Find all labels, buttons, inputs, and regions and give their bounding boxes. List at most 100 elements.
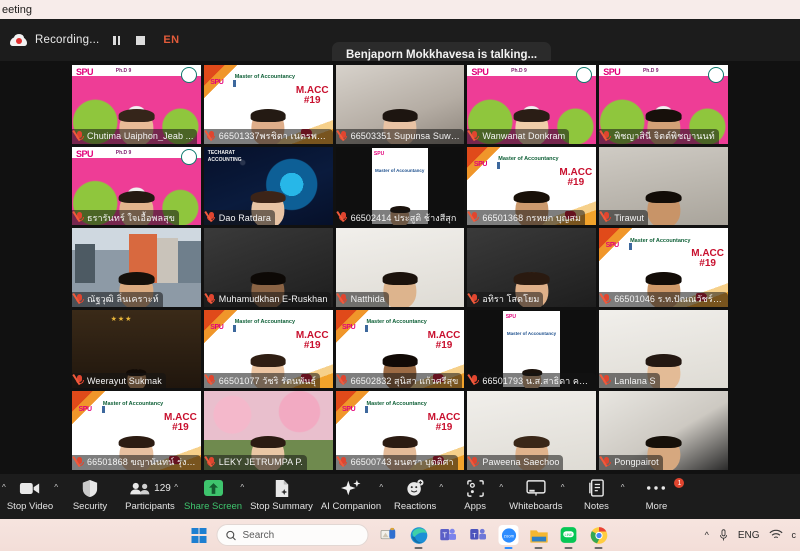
- recording-label: Recording...: [35, 34, 100, 46]
- recording-controls[interactable]: Recording... EN: [0, 34, 180, 46]
- participant-tile[interactable]: SPU Master of Accountancy M.ACC #19 66500743…: [335, 391, 465, 470]
- toolbar-notes-button[interactable]: Notes ^: [566, 478, 626, 512]
- participant-name-bar: 66501077 วัชริ รัตนพันธุ์: [203, 373, 321, 389]
- participant-name-bar: Dao Ratdara: [203, 210, 275, 226]
- participant-tile[interactable]: Muhamudkhan E-Ruskhan: [203, 228, 333, 307]
- zoom-icon[interactable]: zoom: [498, 525, 519, 549]
- toolbar-apps-button[interactable]: Apps ^: [445, 478, 505, 512]
- participant-tile[interactable]: ณัฐวุฒิ ลิ่นเคราะห์: [72, 228, 201, 307]
- widgets-icon[interactable]: [379, 525, 399, 545]
- microphone-muted-icon: [599, 292, 611, 305]
- reactions-caret-icon[interactable]: ^: [439, 483, 443, 492]
- line-icon[interactable]: LINE: [559, 525, 579, 549]
- participant-tile[interactable]: SPU Master of Accountancy M.ACC #19 66501368…: [467, 146, 597, 226]
- whiteboards-caret-icon[interactable]: ^: [561, 483, 565, 492]
- toolbar-reactions-button[interactable]: Reactions ^: [385, 478, 445, 512]
- participant-name-bar: LEKY JETRUMPA P.: [203, 454, 307, 470]
- microphone-muted-icon: [468, 292, 479, 305]
- ellipsis-icon: [646, 478, 666, 498]
- participant-name: 66501046 ร.ท.ปัณณวัชร์ ไช...: [614, 294, 724, 305]
- taskbar-search[interactable]: Search: [216, 524, 369, 546]
- svg-text:zoom: zoom: [503, 533, 514, 538]
- participant-name: Weerayut Sukmak: [87, 375, 162, 386]
- participant-name: Wanwanat Donkram: [482, 131, 566, 142]
- edge-icon[interactable]: [409, 525, 429, 549]
- teams-classic-icon[interactable]: T: [469, 525, 489, 545]
- participant-tile[interactable]: SPU Master of Accountancy 66501793 น.ส.สาธ…: [467, 309, 597, 389]
- microphone-muted-icon: [336, 129, 348, 142]
- participant-tile[interactable]: TECHARAT ACCOUNTING Dao Ratdara: [203, 146, 333, 226]
- microphone-icon[interactable]: [718, 528, 729, 542]
- participant-tile[interactable]: SPU Ph.D 9 Wanwanat Donkram: [467, 65, 597, 144]
- participant-tile[interactable]: SPU Master of Accountancy M.ACC #19 66502832…: [335, 309, 465, 389]
- participant-tile[interactable]: อทิรา โสดโยม: [467, 228, 597, 307]
- share-screen-caret-icon[interactable]: ^: [240, 483, 244, 492]
- participant-name-bar: ธรารันทร์ ใจเอื้อพลสุข: [72, 210, 179, 226]
- svg-text:T: T: [472, 532, 476, 539]
- toolbar-more-button[interactable]: More 1: [626, 478, 686, 512]
- file-explorer-icon[interactable]: [529, 525, 549, 549]
- participant-name: ณัฐวุฒิ ลิ่นเคราะห์: [87, 294, 159, 305]
- toolbar-stop-video-button[interactable]: ^ Stop Video ^: [0, 478, 60, 512]
- participant-tile[interactable]: SPU Master of Accountancy M.ACC #19 66501077…: [203, 309, 333, 389]
- participant-tile[interactable]: Lanlana S: [599, 309, 728, 389]
- participant-name-bar: 66501793 น.ส.สาธิดา คนสูง: [467, 373, 597, 389]
- stop-video-left-caret-icon[interactable]: ^: [2, 483, 6, 492]
- microphone-muted-icon: [336, 211, 348, 223]
- microphone-muted-icon: [72, 211, 84, 223]
- wifi-icon[interactable]: [768, 529, 783, 541]
- chrome-icon[interactable]: [589, 525, 609, 549]
- participant-name-bar: Pongpairot: [599, 454, 663, 470]
- toolbar-stop-video-label: Stop Video: [6, 501, 54, 512]
- toolbar-stop-summary-button[interactable]: Stop Summary: [246, 478, 317, 512]
- participants-caret-icon[interactable]: ^: [174, 483, 178, 492]
- language-indicator[interactable]: ENG: [738, 530, 760, 541]
- search-icon: [226, 530, 236, 540]
- participant-tile[interactable]: SPU Ph.D 9 ธรารันทร์ ใจเอื้อพลสุข: [72, 146, 201, 226]
- ai-companion-caret-icon[interactable]: ^: [379, 483, 383, 492]
- participant-tile[interactable]: Natthida: [335, 228, 465, 307]
- participant-tile[interactable]: Pongpairot: [599, 391, 728, 470]
- toolbar-security-button[interactable]: Security: [60, 478, 120, 512]
- participant-tile[interactable]: SPU Ph.D 9 พิชญาสินี จิตต์พิชญานนท์: [599, 65, 728, 144]
- toolbar-notes-label: Notes: [584, 501, 609, 512]
- microphone-muted-icon: [72, 374, 84, 386]
- notes-caret-icon[interactable]: ^: [621, 483, 625, 492]
- pause-recording-icon[interactable]: [113, 35, 121, 45]
- participant-tile[interactable]: LEKY JETRUMPA P.: [203, 391, 333, 470]
- participant-name: ธรารันทร์ ใจเอื้อพลสุข: [87, 212, 175, 223]
- teams-icon[interactable]: T: [439, 525, 459, 545]
- hair: [250, 109, 286, 122]
- toolbar-ai-companion-button[interactable]: AI Companion ^: [317, 478, 385, 512]
- tray-overflow-icon[interactable]: ^: [705, 530, 709, 540]
- participant-tile[interactable]: 66503351 Supunsa Suwa...: [335, 65, 465, 144]
- participant-tile[interactable]: SPU Master of Accountancy 66502414 ประสูติ…: [335, 146, 465, 226]
- participant-gallery: SPU Ph.D 9 Chutima Uaiphon_Jeab ... SPU Mast…: [0, 61, 800, 474]
- participant-tile[interactable]: SPU Master of Accountancy M.ACC #19 66501337…: [203, 65, 333, 144]
- participant-name-bar: Natthida: [335, 291, 389, 307]
- participant-tile[interactable]: SPU Master of Accountancy M.ACC #19 66501868…: [72, 391, 201, 470]
- participant-tile[interactable]: ★★★ Weerayut Sukmak: [72, 309, 201, 389]
- participant-name-bar: Wanwanat Donkram: [467, 128, 570, 144]
- apps-caret-icon[interactable]: ^: [499, 483, 503, 492]
- participant-name-bar: 66503351 Supunsa Suwa...: [335, 128, 465, 144]
- toolbar-participants-button[interactable]: 129 Participants ^: [120, 478, 180, 512]
- start-button[interactable]: [191, 527, 207, 543]
- participant-tile[interactable]: Tirawut: [599, 146, 728, 226]
- participant-tile[interactable]: SPU Ph.D 9 Chutima Uaiphon_Jeab ...: [72, 65, 201, 144]
- language-badge[interactable]: EN: [163, 34, 179, 46]
- svg-text:LINE: LINE: [565, 533, 573, 537]
- toolbar-participants-label: Participants: [125, 501, 175, 512]
- document-sparkle-icon: [274, 478, 290, 498]
- stop-recording-icon[interactable]: [136, 35, 146, 45]
- toolbar-whiteboards-button[interactable]: Whiteboards ^: [505, 478, 566, 512]
- share-screen-square: [203, 480, 223, 496]
- stop-video-caret-icon[interactable]: ^: [54, 483, 58, 492]
- hair: [382, 272, 418, 285]
- participant-name: 66503351 Supunsa Suwa...: [350, 131, 461, 142]
- participant-name: 66501077 วัชริ รัตนพันธุ์: [218, 375, 317, 386]
- toolbar-share-screen-button[interactable]: Share Screen ^: [180, 478, 246, 512]
- participant-name-bar: Lanlana S: [599, 373, 660, 389]
- participant-tile[interactable]: Paweena Saechoo: [467, 391, 597, 470]
- participant-tile[interactable]: SPU Master of Accountancy M.ACC #19 66501046…: [599, 228, 728, 307]
